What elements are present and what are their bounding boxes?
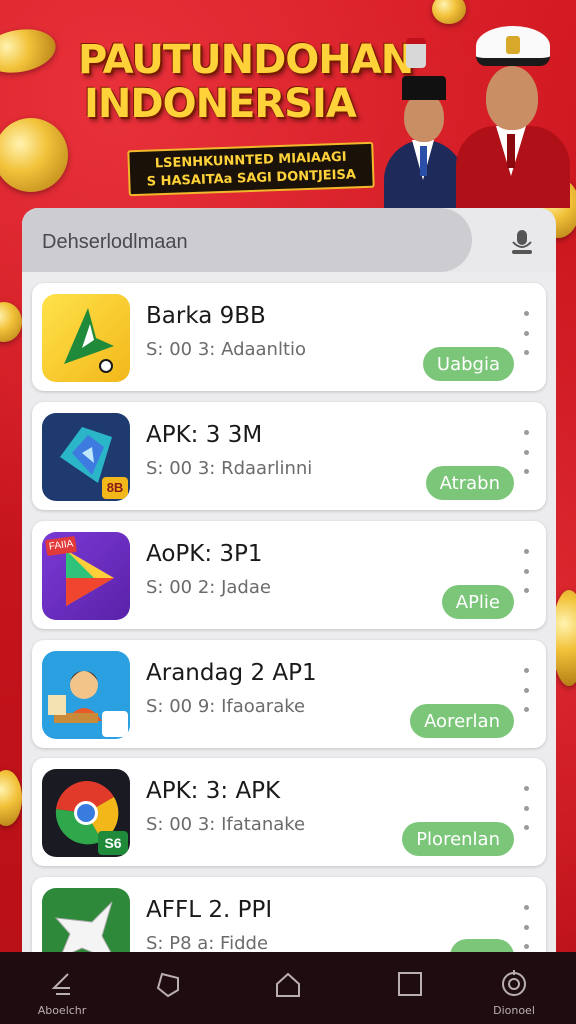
person-desk-icon: [42, 651, 130, 739]
app-name: APK: 3: APK: [146, 778, 281, 804]
promo-banner[interactable]: PAUTUNDOHAN INDONERSIA LSENHKUNNTED MIAI…: [0, 0, 576, 208]
green-star-icon: [42, 888, 130, 952]
app-action-button[interactable]: [450, 939, 514, 952]
search-input[interactable]: [42, 228, 442, 256]
nav-home-button[interactable]: [248, 952, 328, 1024]
app-badge-icon: [102, 711, 128, 737]
app-name: AFFL 2. PPI: [146, 897, 273, 923]
app-name: Arandag 2 AP1: [146, 660, 317, 686]
app-meta: S: 00 3: Adaanltio: [146, 339, 307, 360]
more-options-icon[interactable]: [522, 668, 530, 712]
more-options-icon[interactable]: [522, 430, 530, 474]
app-meta: S: 00 3: Rdaarlinni: [146, 458, 313, 479]
banner-subtitle: LSENHKUNNTED MIAIAAGI S HASAITAa SAGI DO…: [127, 141, 375, 197]
house-icon: [276, 972, 300, 997]
app-list-item[interactable]: S6 APK: 3: APK S: 00 3: Ifatanake Ploren…: [32, 758, 546, 866]
app-badge: 8B: [102, 477, 128, 499]
app-action-button[interactable]: Plorenlan: [402, 822, 514, 856]
nav-label: Dionoel: [493, 1004, 535, 1017]
app-list-item[interactable]: 8B APK: 3 3M S: 00 3: Rdaarlinni Atrabn: [32, 402, 546, 510]
nav-settings-button[interactable]: Dionoel: [474, 952, 554, 1024]
app-meta: S: P8 a: Fidde: [146, 933, 269, 952]
app-list-item[interactable]: Arandag 2 AP1 S: 00 9: Ifaoarake Aorerla…: [32, 640, 546, 748]
app-action-button[interactable]: Aorerlan: [410, 704, 514, 738]
app-name: AoPK: 3P1: [146, 541, 263, 567]
app-list-item[interactable]: AFFL 2. PPI S: P8 a: Fidde: [32, 877, 546, 952]
app-list-item[interactable]: Barka 9BB S: 00 3: Adaanltio Uabgia: [32, 283, 546, 391]
banner-title: PAUTUNDOHAN INDONERSIA: [78, 37, 414, 127]
more-options-icon[interactable]: [522, 549, 530, 593]
search-field-container[interactable]: [22, 208, 472, 272]
nav-label: Aboelchr: [37, 1004, 87, 1017]
square-icon: [398, 972, 422, 996]
settings-dial-icon: [502, 970, 526, 996]
app-meta: S: 00 2: Jadae: [146, 577, 271, 598]
app-meta: S: 00 9: Ifaoarake: [146, 696, 306, 717]
blue-diamond-icon: 8B: [42, 413, 130, 501]
play-triangle-icon: FAIIA: [42, 532, 130, 620]
more-options-icon[interactable]: [522, 311, 530, 355]
system-navigation-bar: Aboelchr Dionoel: [0, 952, 576, 1024]
nav-back-button[interactable]: Aboelchr: [22, 952, 102, 1024]
home-outline-icon: [156, 972, 179, 998]
nav-recents-button[interactable]: [370, 952, 450, 1024]
app-meta: S: 00 3: Ifatanake: [146, 814, 306, 835]
app-name: Barka 9BB: [146, 303, 266, 329]
app-action-button[interactable]: APlie: [441, 585, 514, 619]
more-options-icon[interactable]: [522, 905, 530, 949]
microphone-icon[interactable]: [506, 226, 538, 258]
nav-home-outline-button[interactable]: [128, 952, 208, 1024]
app-badge: S6: [98, 831, 128, 855]
app-action-button[interactable]: Uabgia: [422, 347, 514, 381]
banner-title-line2: INDONERSIA: [84, 81, 357, 127]
yellow-arrow-icon: [42, 294, 130, 382]
officer-illustration: [406, 14, 570, 208]
app-action-button[interactable]: Atrabn: [425, 466, 514, 500]
more-options-icon[interactable]: [522, 786, 530, 830]
chrome-like-icon: S6: [42, 769, 130, 857]
banner-title-line1: PAUTUNDOHAN: [78, 37, 414, 83]
app-name: APK: 3 3M: [146, 422, 263, 448]
search-bar: [22, 208, 556, 272]
back-icon: [51, 973, 70, 995]
app-list-item[interactable]: FAIIA AoPK: 3P1 S: 00 2: Jadae APlie: [32, 521, 546, 629]
